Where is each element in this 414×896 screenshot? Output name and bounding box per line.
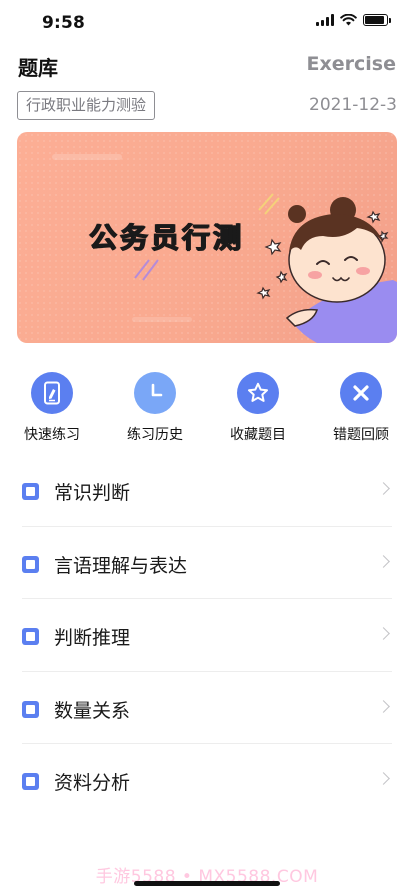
- date-label: 2021-12-3: [309, 95, 397, 115]
- square-bullet-icon: [22, 555, 39, 573]
- practice-history-label: 练习历史: [127, 427, 183, 443]
- quick-actions: 快速练习 练习历史 收藏题目 错题回顾: [0, 372, 414, 444]
- status-icons: [316, 14, 391, 26]
- category-item-quantitative[interactable]: 数量关系: [22, 672, 392, 744]
- subject-selector[interactable]: 行政职业能力测验: [17, 91, 156, 120]
- square-bullet-icon: [22, 483, 39, 500]
- status-time: 9:58: [42, 13, 86, 33]
- page-title: 题库: [18, 56, 58, 80]
- banner[interactable]: 公务员行测: [17, 132, 397, 343]
- favorite-questions-button[interactable]: 收藏题目: [218, 372, 298, 444]
- battery-fill: [365, 16, 384, 24]
- star-icon: [237, 372, 279, 414]
- quick-practice-label: 快速练习: [24, 427, 80, 443]
- square-bullet-icon: [22, 700, 39, 718]
- phone-edit-icon: [31, 372, 73, 414]
- chevron-right-icon: [377, 627, 390, 640]
- category-label: 常识判断: [54, 482, 131, 504]
- category-label: 判断推理: [54, 627, 131, 649]
- home-indicator[interactable]: [134, 881, 280, 886]
- wrong-questions-button[interactable]: 错题回顾: [321, 372, 401, 444]
- favorite-questions-label: 收藏题目: [230, 427, 286, 443]
- category-item-common-sense[interactable]: 常识判断: [22, 454, 392, 527]
- category-item-verbal[interactable]: 言语理解与表达: [22, 527, 392, 599]
- cellular-signal-icon: [316, 14, 334, 26]
- page-title-english: Exercise: [306, 53, 396, 75]
- category-item-data-analysis[interactable]: 资料分析: [22, 744, 392, 817]
- category-list: 常识判断 言语理解与表达 判断推理 数量关系 资料分析: [22, 454, 392, 817]
- chevron-right-icon: [377, 554, 390, 568]
- practice-history-button[interactable]: 练习历史: [115, 372, 195, 444]
- wifi-icon: [340, 14, 357, 26]
- square-bullet-icon: [22, 628, 39, 645]
- battery-icon: [363, 14, 391, 26]
- chevron-right-icon: [377, 772, 390, 785]
- clock-icon: [134, 372, 176, 414]
- chevron-right-icon: [377, 699, 390, 713]
- close-x-icon: [340, 372, 382, 414]
- square-bullet-icon: [22, 773, 39, 790]
- status-bar: 9:58: [0, 0, 414, 44]
- quick-practice-button[interactable]: 快速练习: [12, 372, 92, 444]
- category-label: 言语理解与表达: [54, 554, 188, 577]
- category-item-reasoning[interactable]: 判断推理: [22, 599, 392, 672]
- chevron-right-icon: [377, 482, 390, 495]
- wrong-questions-label: 错题回顾: [333, 427, 389, 443]
- banner-title: 公务员行测: [89, 221, 245, 254]
- category-label: 资料分析: [54, 772, 131, 794]
- category-label: 数量关系: [54, 699, 131, 722]
